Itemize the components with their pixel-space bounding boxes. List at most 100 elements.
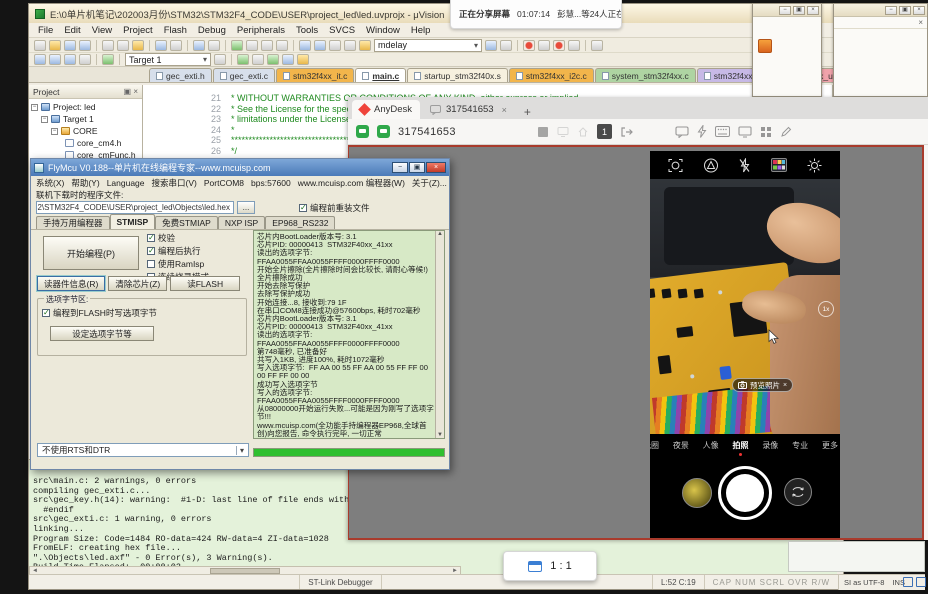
tree-item-target[interactable]: −Target 1 bbox=[31, 113, 142, 125]
display-settings-icon[interactable] bbox=[738, 126, 752, 138]
verify-checkbox[interactable]: 校验 bbox=[147, 232, 209, 244]
new-tab-icon[interactable]: + bbox=[517, 105, 538, 119]
breakpoint-icon[interactable] bbox=[523, 40, 535, 51]
tab-stmiap[interactable]: 免费STMIAP bbox=[155, 216, 218, 229]
menu-project[interactable]: Project bbox=[118, 24, 158, 37]
mode-more[interactable]: 更多 bbox=[822, 440, 838, 451]
bookmark-prev-icon[interactable] bbox=[261, 40, 273, 51]
breakpoint-kill-icon[interactable] bbox=[553, 40, 565, 51]
leave-session-icon[interactable] bbox=[620, 126, 633, 138]
menu-language[interactable]: Language bbox=[107, 178, 145, 188]
open-file-icon[interactable] bbox=[49, 40, 61, 51]
indent-icon[interactable] bbox=[299, 40, 311, 51]
tab-stm32f4xx-it-c[interactable]: stm32f4xx_it.c bbox=[276, 68, 354, 82]
window-tray-icon[interactable] bbox=[903, 577, 913, 587]
close-icon[interactable]: × bbox=[913, 6, 925, 15]
maximize-icon[interactable]: ▣ bbox=[899, 6, 911, 15]
home-icon[interactable] bbox=[577, 126, 589, 138]
shutter-button[interactable] bbox=[718, 466, 772, 520]
search-icon[interactable] bbox=[485, 40, 497, 51]
copy-icon[interactable] bbox=[117, 40, 129, 51]
zoom-level-badge[interactable]: 1x bbox=[818, 301, 834, 317]
download-flash-icon[interactable] bbox=[102, 54, 114, 65]
box-select-icon[interactable] bbox=[568, 40, 580, 51]
minimize-icon[interactable]: − bbox=[779, 6, 791, 15]
screen-share-banner[interactable]: 正在分享屏幕 01:07:14 彭慧...等24人正在观看 bbox=[450, 0, 622, 29]
find-combo[interactable]: mdelay bbox=[374, 39, 482, 52]
camera-viewfinder[interactable]: 1x 预览照片 × bbox=[650, 179, 840, 434]
permissions-icon[interactable] bbox=[760, 126, 772, 138]
tree-item-file[interactable]: core_cm4.h bbox=[31, 137, 142, 149]
menu-view[interactable]: View bbox=[87, 24, 117, 37]
filters-icon[interactable] bbox=[771, 158, 787, 172]
tab-ep968[interactable]: EP968_RS232 bbox=[265, 216, 335, 229]
collapse-icon[interactable]: − bbox=[41, 116, 48, 123]
maximize-icon[interactable]: ▣ bbox=[793, 6, 805, 15]
find-in-files-icon[interactable] bbox=[359, 40, 371, 51]
tab-stmisp[interactable]: STMISP bbox=[110, 214, 156, 229]
tab-stm32f4xx-i2c-c[interactable]: stm32f4xx_i2c.c bbox=[509, 68, 594, 82]
reload-before-program-checkbox[interactable]: 编程前重装文件 bbox=[299, 202, 370, 214]
tab-startup-s[interactable]: startup_stm32f40x.s bbox=[407, 68, 508, 82]
collapse-icon[interactable]: − bbox=[31, 104, 38, 111]
whiteboard-pencil-icon[interactable] bbox=[780, 126, 792, 138]
log-scrollbar[interactable]: ▲▼ bbox=[435, 231, 444, 438]
menu-peripherals[interactable]: Peripherals bbox=[232, 24, 290, 37]
panel-close-icon[interactable]: × bbox=[918, 18, 923, 27]
start-programming-button[interactable]: 开始编程(P) bbox=[43, 236, 139, 270]
rebuild-icon[interactable] bbox=[64, 54, 76, 65]
translate-icon[interactable] bbox=[34, 54, 46, 65]
build-icon[interactable] bbox=[49, 54, 61, 65]
menu-help[interactable]: Help bbox=[406, 24, 436, 37]
bookmark-next-icon[interactable] bbox=[246, 40, 258, 51]
menu-about[interactable]: 关于(Z)... bbox=[412, 177, 447, 189]
document-tray-icon[interactable] bbox=[916, 577, 926, 587]
anydesk-home-tab[interactable]: AnyDesk bbox=[352, 100, 420, 119]
pin-icon[interactable]: ▣ × bbox=[124, 87, 138, 96]
menu-port[interactable]: PortCOM8 bbox=[204, 178, 244, 188]
anydesk-connection-icon[interactable] bbox=[356, 125, 369, 138]
mode-aperture[interactable]: 光圈 bbox=[650, 440, 659, 451]
minimize-icon[interactable]: − bbox=[885, 6, 897, 15]
close-tab-icon[interactable]: × bbox=[499, 105, 507, 115]
uncomment-icon[interactable] bbox=[344, 40, 356, 51]
preview-close-icon[interactable]: × bbox=[783, 382, 787, 389]
scroll-up-icon[interactable]: ▲ bbox=[437, 231, 443, 237]
menu-programmer[interactable]: www.mcuisp.com 编程器(W) bbox=[298, 177, 405, 189]
menu-edit[interactable]: Edit bbox=[59, 24, 85, 37]
pack-installer-icon[interactable] bbox=[282, 54, 294, 65]
flip-camera-button[interactable] bbox=[784, 478, 812, 506]
new-file-icon[interactable] bbox=[34, 40, 46, 51]
flymcu-titlebar[interactable]: FlyMcu V0.188--单片机在线编程专家--www.mcuisp.com… bbox=[31, 159, 449, 176]
write-option-bytes-checkbox[interactable]: 编程到FLASH时写选项字节 bbox=[42, 307, 242, 319]
tab-main-c[interactable]: main.c bbox=[355, 68, 406, 82]
menu-flash[interactable]: Flash bbox=[159, 24, 192, 37]
read-device-info-button[interactable]: 读器件信息(R) bbox=[37, 276, 105, 291]
monitor-select-icon[interactable] bbox=[557, 126, 569, 138]
target-select[interactable]: Target 1 bbox=[125, 53, 211, 66]
tab-gec-exti-c[interactable]: gec_exti.c bbox=[213, 68, 275, 82]
camera-settings-gear-icon[interactable] bbox=[807, 158, 822, 173]
menu-search-port[interactable]: 搜索串口(V) bbox=[152, 177, 197, 189]
debug-session-icon[interactable] bbox=[267, 54, 279, 65]
cut-icon[interactable] bbox=[102, 40, 114, 51]
minimize-icon[interactable]: − bbox=[392, 162, 408, 173]
app-tile-icon[interactable] bbox=[758, 39, 772, 53]
uvision-titlebar[interactable]: E:\0单片机笔记\202003月份\STM32\STM32F4_CODE\US… bbox=[29, 4, 843, 23]
menu-file[interactable]: File bbox=[33, 24, 58, 37]
maximize-icon[interactable]: ▣ bbox=[409, 162, 425, 173]
mode-pro[interactable]: 专业 bbox=[792, 440, 808, 451]
manage-components-icon[interactable] bbox=[237, 54, 249, 65]
menu-debug[interactable]: Debug bbox=[193, 24, 231, 37]
preview-photo-pill[interactable]: 预览照片 × bbox=[732, 378, 793, 392]
menu-window[interactable]: Window bbox=[361, 24, 405, 37]
window-titlebar[interactable]: − ▣ × bbox=[753, 4, 821, 17]
target-options-icon[interactable] bbox=[214, 54, 226, 65]
anydesk-session-tab[interactable]: 317541653 × bbox=[422, 100, 515, 119]
file-extensions-icon[interactable] bbox=[252, 54, 264, 65]
configure-wrench-icon[interactable] bbox=[591, 40, 603, 51]
paste-icon[interactable] bbox=[132, 40, 144, 51]
scroll-down-icon[interactable]: ▼ bbox=[437, 432, 443, 438]
mode-video[interactable]: 录像 bbox=[762, 440, 778, 451]
gallery-thumbnail[interactable] bbox=[682, 478, 712, 508]
